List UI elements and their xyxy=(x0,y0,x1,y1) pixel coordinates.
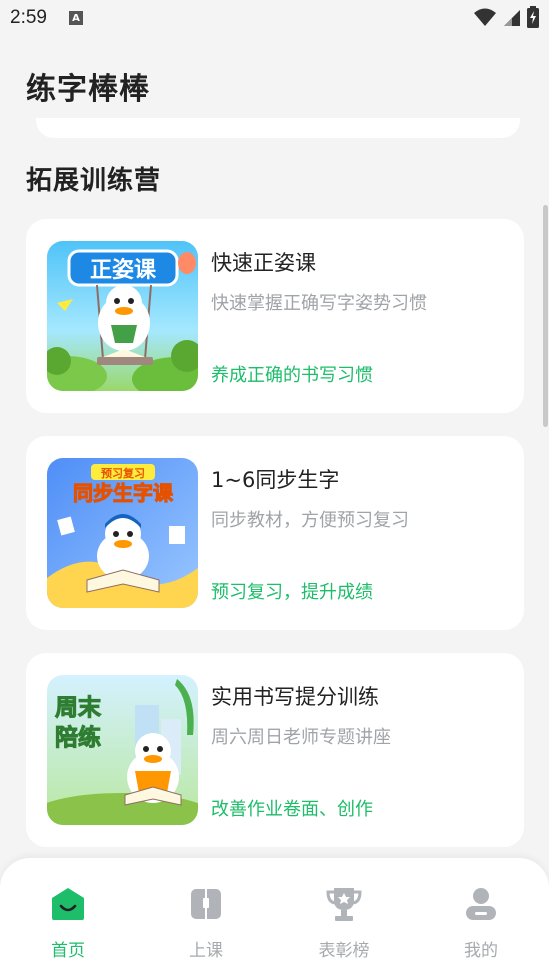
course-tag: 改善作业卷面、创作 xyxy=(211,799,373,820)
page-title: 练字棒棒 xyxy=(26,72,150,107)
wifi-icon xyxy=(474,8,496,26)
book-icon xyxy=(191,889,221,919)
duck-book-illustration: 预习复习 同步生字课 xyxy=(47,458,198,608)
top-card-edge xyxy=(36,118,520,138)
nav-label: 上课 xyxy=(189,941,223,961)
a-badge-icon: A xyxy=(68,11,83,25)
bottom-nav: 首页 上课 表彰榜 我的 xyxy=(0,858,549,976)
status-bar: 2:59 A xyxy=(0,0,549,36)
course-card-weekend[interactable]: 周末 陪练 实用书写提分训练 周六周日老师专题讲座 改善作业卷面、创作 xyxy=(26,653,524,847)
course-card-sync[interactable]: 预习复习 同步生字课 1~6同步生字 同步教材，方便预习复习 预习复习，提升成绩 xyxy=(26,436,524,630)
duck-swing-illustration: 正姿课 xyxy=(47,241,198,391)
status-icons xyxy=(473,6,539,28)
nav-label: 我的 xyxy=(464,941,498,961)
thumb-badge-text: 预习复习 xyxy=(101,466,145,480)
status-time: 2:59 xyxy=(10,7,47,28)
trophy-icon xyxy=(326,888,362,921)
nav-label: 表彰榜 xyxy=(318,941,370,961)
scrollbar[interactable] xyxy=(543,205,548,427)
course-thumbnail: 正姿课 xyxy=(47,241,198,391)
course-subtitle: 快速掌握正确写字姿势习惯 xyxy=(211,293,427,314)
duck-reading-illustration: 周末 陪练 xyxy=(47,675,198,825)
course-title: 1~6同步生字 xyxy=(211,468,340,492)
nav-item-honor[interactable]: 表彰榜 xyxy=(304,884,384,961)
course-subtitle: 周六周日老师专题讲座 xyxy=(211,727,391,748)
course-title: 快速正姿课 xyxy=(211,251,316,275)
section-title: 拓展训练营 xyxy=(26,166,162,196)
user-icon xyxy=(466,888,496,920)
course-tag: 养成正确的书写习惯 xyxy=(211,365,373,386)
home-icon xyxy=(52,888,84,920)
nav-label: 首页 xyxy=(51,941,85,961)
nav-item-lessons[interactable]: 上课 xyxy=(166,884,246,961)
nav-item-profile[interactable]: 我的 xyxy=(441,884,521,961)
nav-item-home[interactable]: 首页 xyxy=(28,884,108,961)
course-thumbnail: 预习复习 同步生字课 xyxy=(47,458,198,608)
signal-icon xyxy=(504,10,520,26)
course-card-posture[interactable]: 正姿课 快速正姿课 快速掌握正确写字姿势习惯 养成正确的书写习惯 xyxy=(26,219,524,413)
course-thumbnail: 周末 陪练 xyxy=(47,675,198,825)
thumb-line2-text: 陪练 xyxy=(55,724,101,751)
course-subtitle: 同步教材，方便预习复习 xyxy=(211,510,409,531)
thumb-title-text: 同步生字课 xyxy=(73,481,174,505)
thumb-title-text: 正姿课 xyxy=(90,257,157,283)
course-title: 实用书写提分训练 xyxy=(211,685,379,709)
course-tag: 预习复习，提升成绩 xyxy=(211,582,373,603)
thumb-line1-text: 周末 xyxy=(55,695,102,721)
battery-icon xyxy=(527,6,539,28)
